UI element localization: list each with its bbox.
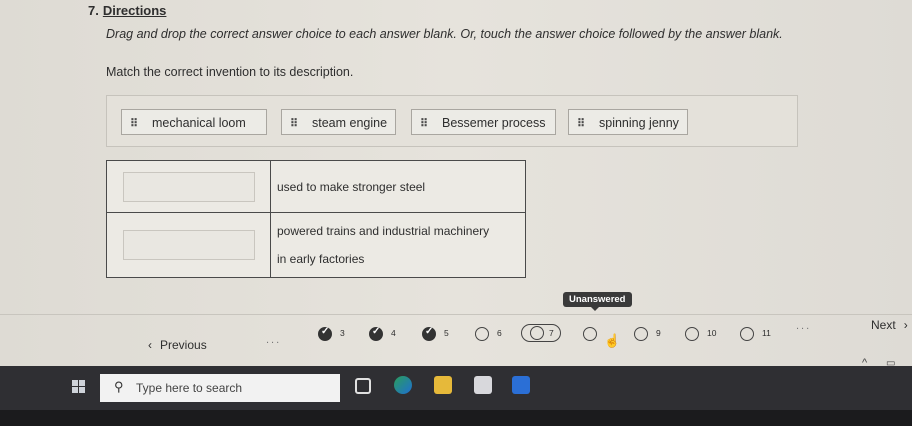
- table-row: used to make stronger steel: [106, 160, 526, 213]
- description-line: powered trains and industrial machinery: [277, 224, 490, 238]
- hand-cursor-icon: ☝: [604, 333, 621, 348]
- unanswered-circle-icon: [740, 327, 754, 341]
- next-button[interactable]: Next ›: [871, 318, 908, 332]
- answered-check-icon: [369, 326, 383, 341]
- choice-steam-engine[interactable]: ⠿ steam engine: [281, 109, 396, 135]
- matching-table: used to make stronger steel powered trai…: [106, 160, 526, 278]
- mail-icon[interactable]: [512, 376, 530, 394]
- assessment-page: 7. Directions Drag and drop the correct a…: [0, 0, 912, 366]
- chevron-right-icon: ›: [903, 318, 908, 332]
- taskbar: ⚲ Type here to search: [0, 366, 912, 410]
- previous-button[interactable]: ‹ Previous: [148, 338, 207, 352]
- drag-handle-icon: ⠿: [290, 118, 298, 130]
- drag-handle-icon: ⠿: [130, 118, 138, 130]
- choice-mechanical-loom[interactable]: ⠿ mechanical loom: [121, 109, 267, 135]
- previous-label: Previous: [160, 338, 207, 352]
- unanswered-circle-icon: [634, 327, 648, 341]
- unanswered-tooltip: Unanswered: [563, 292, 632, 311]
- choice-label: mechanical loom: [152, 116, 246, 130]
- divider: [0, 314, 912, 315]
- edge-icon[interactable]: [394, 376, 412, 394]
- search-icon: ⚲: [114, 379, 124, 394]
- description-line: in early factories: [277, 252, 365, 266]
- choice-label: spinning jenny: [599, 116, 679, 130]
- question-nav-7-current[interactable]: 7: [521, 324, 561, 342]
- choice-label: Bessemer process: [442, 116, 546, 130]
- answer-bank: ⠿ mechanical loom ⠿ steam engine ⠿ Bessemer…: [106, 95, 798, 147]
- store-icon[interactable]: [474, 376, 492, 394]
- ellipsis-right[interactable]: ...: [796, 320, 811, 332]
- table-row: powered trains and industrial machinery …: [106, 212, 526, 278]
- chevron-left-icon: ‹: [148, 338, 152, 352]
- next-label: Next: [871, 318, 896, 332]
- task-view-icon[interactable]: [355, 378, 371, 394]
- file-explorer-icon[interactable]: [434, 376, 452, 394]
- unanswered-circle-icon: [475, 327, 489, 341]
- directions-link[interactable]: Directions: [103, 3, 167, 18]
- unanswered-circle-icon: [685, 327, 699, 341]
- directions-text: Drag and drop the correct answer choice …: [106, 27, 783, 41]
- taskbar-search-box[interactable]: ⚲ Type here to search: [100, 374, 340, 402]
- drag-handle-icon: ⠿: [577, 118, 585, 130]
- answer-blank-1[interactable]: [123, 171, 255, 202]
- answer-blank-2[interactable]: [123, 230, 255, 260]
- answered-check-icon: [422, 326, 436, 341]
- choice-bessemer-process[interactable]: ⠿ Bessemer process: [411, 109, 556, 135]
- question-header: 7. Directions: [88, 3, 166, 18]
- answered-check-icon: [318, 326, 332, 341]
- windows-start-icon[interactable]: [72, 380, 85, 393]
- choice-spinning-jenny[interactable]: ⠿ spinning jenny: [568, 109, 688, 135]
- answer-blank-cell: [106, 160, 271, 213]
- answer-blank-cell: [106, 212, 271, 278]
- drag-handle-icon: ⠿: [420, 118, 428, 130]
- unanswered-circle-icon: [583, 327, 597, 341]
- ellipsis-left[interactable]: ...: [266, 334, 281, 346]
- search-placeholder: Type here to search: [136, 381, 243, 395]
- question-number: 7.: [88, 3, 99, 18]
- description-cell: powered trains and industrial machinery …: [270, 212, 526, 278]
- instruction-text: Match the correct invention to its descr…: [106, 65, 354, 79]
- screen-bezel: [0, 410, 912, 426]
- unanswered-circle-icon: [530, 326, 544, 340]
- description-cell: used to make stronger steel: [270, 160, 526, 213]
- choice-label: steam engine: [312, 116, 388, 130]
